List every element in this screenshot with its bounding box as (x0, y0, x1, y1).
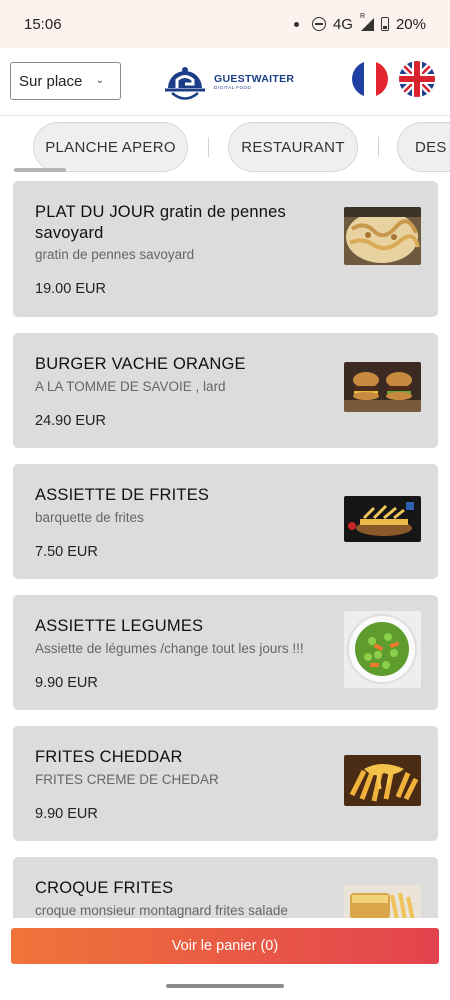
logo-tagline: DIGITAL FOOD (214, 84, 252, 90)
do-not-disturb-icon (311, 17, 326, 31)
service-mode-select[interactable]: Sur place ⌄ (10, 62, 121, 100)
menu-item-card[interactable]: CROQUE FRITES croque monsieur montagnard… (13, 857, 438, 918)
category-tabs: PLANCHE APERO RESTAURANT DES (0, 117, 450, 181)
tab-divider (378, 137, 379, 157)
item-name: FRITES CHEDDAR (35, 748, 183, 766)
network-type: 4G (332, 15, 353, 33)
tab-scroll-indicator (14, 168, 66, 172)
logo-name: GUESTWAITER (214, 72, 295, 85)
home-indicator[interactable] (166, 984, 284, 988)
item-name: ASSIETTE LEGUMES (35, 617, 204, 635)
gratin-photo (344, 207, 421, 265)
tab-label: DES (415, 138, 447, 156)
battery-level: 20% (395, 15, 426, 33)
item-description: gratin de pennes savoyard (35, 247, 195, 262)
menu-item-card[interactable]: PLAT DU JOUR gratin de pennes savoyard g… (13, 181, 438, 317)
service-mode-value: Sur place (19, 72, 83, 90)
signal-icon: R (360, 13, 374, 31)
notification-dot-icon (293, 21, 299, 27)
tab-label: PLANCHE APERO (45, 138, 176, 156)
menu-item-card[interactable]: ASSIETTE LEGUMES Assiette de légumes /ch… (13, 595, 438, 710)
item-name: PLAT DU JOUR gratin de pennes savoyard (35, 203, 286, 242)
tab-restaurant[interactable]: RESTAURANT (228, 122, 358, 172)
bottom-bar: Voir le panier (0) (0, 918, 450, 1000)
cloche-logo-icon (165, 67, 205, 100)
status-bar: 15:06 4G R 20% (0, 0, 450, 48)
item-price: 7.50 EUR (35, 544, 98, 560)
battery-icon (380, 17, 389, 31)
tab-label: RESTAURANT (241, 138, 345, 156)
menu-item-card[interactable]: ASSIETTE DE FRITES barquette de frites 7… (13, 464, 438, 579)
chevron-down-icon: ⌄ (95, 75, 104, 86)
flag-france-icon[interactable] (352, 61, 388, 97)
item-price: 9.90 EUR (35, 806, 98, 822)
item-name: CROQUE FRITES (35, 879, 174, 897)
fries-photo (344, 496, 421, 542)
croque-photo (344, 885, 421, 918)
guestwaiter-logo: GUESTWAITER DIGITAL FOOD (160, 58, 295, 104)
app-header: Sur place ⌄ GUESTWAITER DIGITAL FOOD (0, 48, 450, 116)
status-icons: 4G R 20% (293, 13, 426, 33)
item-description: FRITES CREME DE CHEDAR (35, 772, 219, 787)
status-time: 15:06 (24, 15, 62, 33)
roaming-indicator: R (359, 13, 366, 20)
flag-uk-icon[interactable] (399, 61, 435, 97)
item-name: BURGER VACHE ORANGE (35, 355, 246, 373)
item-description: barquette de frites (35, 510, 144, 525)
cheddar-fries-photo (344, 755, 421, 806)
item-description: Assiette de légumes /change tout les jou… (35, 641, 304, 656)
menu-item-card[interactable]: BURGER VACHE ORANGE A LA TOMME DE SAVOIE… (13, 333, 438, 448)
tab-desserts[interactable]: DES (397, 122, 450, 172)
item-price: 9.90 EUR (35, 675, 98, 691)
burger-photo (344, 362, 421, 412)
item-description: croque monsieur montagnard frites salade (35, 903, 288, 918)
item-name: ASSIETTE DE FRITES (35, 486, 210, 504)
tab-divider (208, 137, 209, 157)
item-price: 24.90 EUR (35, 413, 106, 429)
tab-planche-apero[interactable]: PLANCHE APERO (33, 122, 188, 172)
menu-list: PLAT DU JOUR gratin de pennes savoyard g… (0, 181, 450, 918)
menu-item-card[interactable]: FRITES CHEDDAR FRITES CREME DE CHEDAR 9.… (13, 726, 438, 841)
vegetables-photo (344, 611, 421, 688)
view-cart-button[interactable]: Voir le panier (0) (11, 928, 439, 964)
item-price: 19.00 EUR (35, 281, 106, 297)
item-description: A LA TOMME DE SAVOIE , lard (35, 379, 226, 394)
